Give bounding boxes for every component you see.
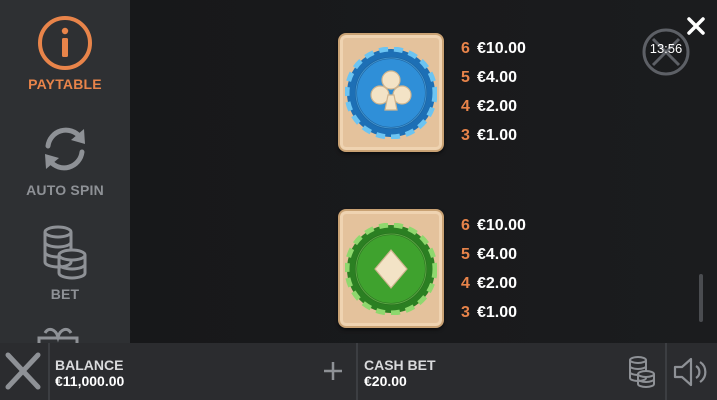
payout-value: €10.00 (477, 216, 526, 234)
payout-value: €2.00 (477, 97, 518, 115)
game-screen: PAYTABLE AUTO SPIN BET 6 €10.00 5 €4.00 … (0, 0, 717, 400)
coin-stack-icon (629, 356, 655, 388)
payout-count: 6 (461, 39, 470, 57)
payout-row: 6 €10.00 (461, 211, 581, 240)
club-chip-icon (345, 46, 437, 139)
payout-value: €1.00 (477, 126, 518, 144)
sidebar-item-paytable[interactable]: PAYTABLE (0, 14, 130, 92)
balance-value: €11,000.00 (55, 373, 125, 389)
bet-coins-button[interactable] (627, 355, 657, 389)
cash-bet-display: CASH BET €20.00 (364, 357, 436, 389)
payout-value: €2.00 (477, 274, 518, 292)
sidebar-menu: PAYTABLE AUTO SPIN BET (0, 0, 130, 343)
diamond-chip-icon (345, 222, 437, 315)
cash-bet-label: CASH BET (364, 357, 436, 373)
payout-row: 5 €4.00 (461, 63, 581, 92)
payout-value: €1.00 (477, 303, 518, 321)
payout-list-club: 6 €10.00 5 €4.00 4 €2.00 3 €1.00 (461, 34, 581, 150)
payout-value: €10.00 (477, 39, 526, 57)
scrollbar[interactable] (699, 274, 703, 322)
payout-list-diamond: 6 €10.00 5 €4.00 4 €2.00 3 €1.00 (461, 211, 581, 327)
payout-value: €4.00 (477, 245, 518, 263)
clock-time: 13:56 (649, 41, 683, 56)
increase-button[interactable] (322, 360, 344, 382)
plus-icon (324, 362, 342, 380)
sidebar-item-label: AUTO SPIN (26, 182, 104, 198)
payout-count: 5 (461, 68, 470, 86)
sidebar-item-label: PAYTABLE (28, 76, 102, 92)
balance-label: BALANCE (55, 357, 124, 373)
payout-row: 3 €1.00 (461, 121, 581, 150)
payout-count: 6 (461, 216, 470, 234)
clock: 13:56 (641, 27, 691, 77)
symbol-tile-diamond (338, 209, 444, 328)
payout-row: 4 €2.00 (461, 269, 581, 298)
divider (665, 343, 667, 400)
sound-toggle-button[interactable] (672, 355, 710, 389)
payout-count: 3 (461, 126, 470, 144)
payout-count: 5 (461, 245, 470, 263)
exit-icon (5, 352, 41, 390)
divider (48, 343, 50, 400)
refresh-icon (45, 127, 85, 171)
info-icon (38, 16, 92, 70)
symbol-tile-club (338, 33, 444, 152)
paytable-panel: 6 €10.00 5 €4.00 4 €2.00 3 €1.00 6 €10.0… (130, 0, 717, 343)
balance-display: BALANCE €11,000.00 (55, 357, 124, 389)
sidebar-item-label: BET (50, 286, 80, 302)
payout-row: 6 €10.00 (461, 34, 581, 63)
payout-row: 5 €4.00 (461, 240, 581, 269)
payout-row: 4 €2.00 (461, 92, 581, 121)
sidebar-item-auto-spin[interactable]: AUTO SPIN (0, 120, 130, 198)
payout-count: 4 (461, 97, 470, 115)
cash-bet-value: €20.00 (364, 373, 407, 389)
exit-button[interactable] (0, 343, 48, 400)
speaker-icon (673, 357, 707, 387)
close-icon (687, 17, 705, 35)
sidebar-item-bet[interactable]: BET (0, 224, 130, 302)
coin-stack-icon (43, 225, 87, 280)
payout-value: €4.00 (477, 68, 518, 86)
payout-count: 4 (461, 274, 470, 292)
payout-count: 3 (461, 303, 470, 321)
payout-row: 3 €1.00 (461, 298, 581, 327)
gift-icon (37, 327, 79, 343)
divider (356, 343, 358, 400)
bottom-bar: BALANCE €11,000.00 CASH BET €20.00 (0, 343, 717, 400)
